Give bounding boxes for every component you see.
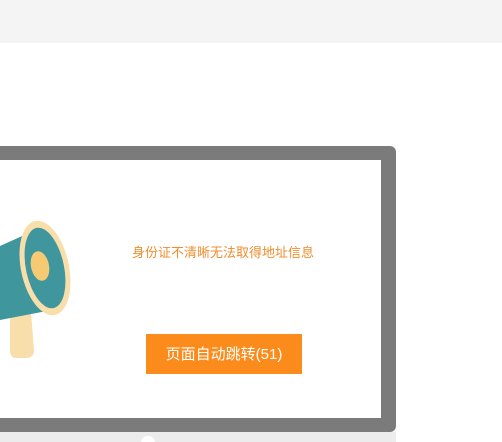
error-page: 身份证不清晰无法取得地址信息 页面自动跳转(51) [0,0,502,442]
megaphone-icon [0,220,71,358]
top-bar [0,0,502,43]
auto-redirect-button[interactable]: 页面自动跳转(51) [146,334,302,374]
error-message: 身份证不清晰无法取得地址信息 [131,246,314,261]
monitor-stand [0,432,396,442]
